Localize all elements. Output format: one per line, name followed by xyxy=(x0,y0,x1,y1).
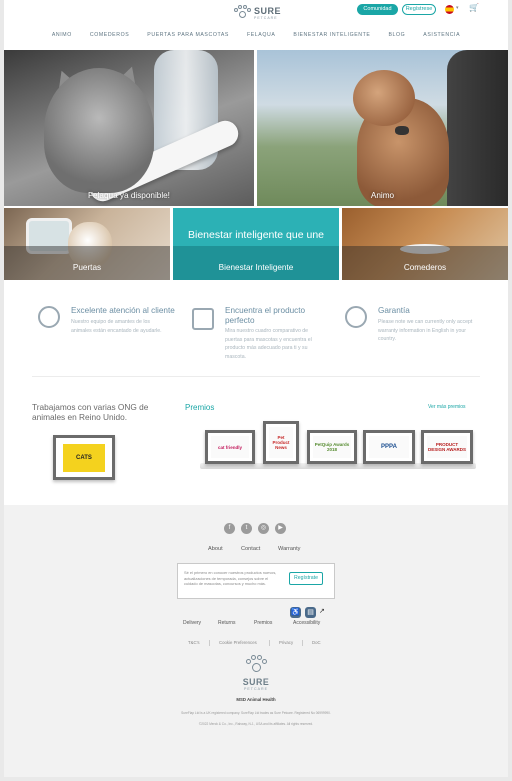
tile-puertas[interactable]: Puertas xyxy=(4,208,170,280)
youtube-icon[interactable]: ▶ xyxy=(275,523,286,534)
headset-icon xyxy=(38,306,60,328)
footer-link-warranty[interactable]: Warranty xyxy=(278,546,300,552)
paw-icon xyxy=(233,5,251,21)
newsletter-box: Sé el primero en conocer nuestros produc… xyxy=(177,563,335,599)
feature-text: Please note we can currently only accept… xyxy=(378,319,473,343)
person-image xyxy=(447,50,508,206)
award-label: PRODUCT DESIGN AWARDS xyxy=(427,436,467,458)
tile-caption: Comederos xyxy=(403,263,447,272)
nav-item-animo[interactable]: ANIMO xyxy=(52,32,72,38)
logo-sub: PETCARE xyxy=(254,15,278,20)
award-frame: cat friendly xyxy=(205,430,255,464)
separator xyxy=(302,640,303,646)
cats-protection-frame[interactable]: CATS xyxy=(53,435,115,480)
facebook-icon[interactable]: f xyxy=(224,523,235,534)
spain-flag-icon[interactable] xyxy=(445,5,454,14)
header: SURE PETCARE Comunidad Regístrese ▾ 🛒 AN… xyxy=(4,0,508,48)
divider xyxy=(32,376,480,377)
ong-title: Trabajamos con varias ONG de animales en… xyxy=(32,402,149,422)
award-label: PPPA xyxy=(369,436,409,458)
tile-comederos[interactable]: Comederos xyxy=(342,208,508,280)
footer-link-delivery[interactable]: Delivery xyxy=(183,620,201,626)
footer-link-about[interactable]: About xyxy=(208,546,223,552)
footer-link-returns[interactable]: Returns xyxy=(218,620,236,626)
footer-link-accessibility[interactable]: Accessibility xyxy=(293,620,320,626)
separator xyxy=(269,640,270,646)
chevron-down-icon[interactable]: ▾ xyxy=(456,5,459,11)
award-frame: PPPA xyxy=(363,430,415,464)
footer-link-doc[interactable]: DoC xyxy=(312,640,321,645)
registrate-button[interactable]: Regístrate xyxy=(289,572,323,585)
tile-caption: Bienestar Inteligente xyxy=(218,263,294,272)
products-icon xyxy=(192,308,214,330)
msd-animal-health: MSD Animal Health xyxy=(236,697,276,702)
nav-item-puertas[interactable]: PUERTAS PARA MASCOTAS xyxy=(147,32,229,38)
footer-link-premios[interactable]: Premios xyxy=(254,620,272,626)
footer-logo[interactable]: SURE PETCARE xyxy=(239,655,273,691)
feature-title[interactable]: Excelente atención al cliente xyxy=(71,306,183,316)
footer-link-tcs[interactable]: T&C's xyxy=(188,640,200,645)
feature-title[interactable]: Encuentra el producto perfecto xyxy=(225,306,325,325)
twitter-icon[interactable]: t xyxy=(241,523,252,534)
legal-text: SureFlap Ltd is a UK registered company.… xyxy=(181,711,331,715)
separator xyxy=(209,640,210,646)
copyright-text: ©2022 Merck & Co., Inc., Rahway, N.J., U… xyxy=(198,722,314,726)
feature-title[interactable]: Garantía xyxy=(378,306,478,316)
premios-title: Premios xyxy=(185,403,215,412)
nav-item-comederos[interactable]: COMEDEROS xyxy=(90,32,129,38)
page: SURE PETCARE Comunidad Regístrese ▾ 🛒 AN… xyxy=(4,0,508,777)
logo-word: SURE xyxy=(254,5,282,16)
instagram-icon[interactable]: ◎ xyxy=(258,523,269,534)
hero-caption: Animo xyxy=(370,191,395,200)
hero-animo[interactable]: Animo xyxy=(257,50,508,206)
paw-icon xyxy=(245,655,267,675)
hero-caption: Felaqua ya disponible! xyxy=(88,191,170,200)
cats-protection-logo: CATS xyxy=(63,444,105,472)
footer-link-contact[interactable]: Contact xyxy=(241,546,260,552)
nav-item-blog[interactable]: BLOG xyxy=(388,32,405,38)
newsletter-text: Sé el primero en conocer nuestros produc… xyxy=(184,570,277,587)
feature-text: Mira nuestro cuadro comparativo de puert… xyxy=(225,328,312,361)
logo-word: SURE xyxy=(242,677,270,687)
nav-item-felaqua[interactable]: FELAQUA xyxy=(247,32,275,38)
tile-bienestar[interactable]: Bienestar inteligente que une Bienestar … xyxy=(173,208,339,280)
logo-sub: PETCARE xyxy=(244,687,268,691)
footer-link-cookies[interactable]: Cookie Preferences xyxy=(219,640,257,645)
nav-item-bienestar[interactable]: BIENESTAR INTELIGENTE xyxy=(293,32,370,38)
ver-mas-premios-link[interactable]: Ver más premios xyxy=(428,404,466,410)
award-frame: Pet Product News xyxy=(263,421,299,464)
award-label: Pet Product News xyxy=(269,427,293,458)
award-frame: PRODUCT DESIGN AWARDS xyxy=(421,430,473,464)
main-nav: ANIMO COMEDEROS PUERTAS PARA MASCOTAS FE… xyxy=(4,32,508,38)
animo-collar-device xyxy=(395,126,409,135)
warranty-seal-icon xyxy=(345,306,367,328)
comunidad-button[interactable]: Comunidad xyxy=(357,4,398,15)
footer-link-privacy[interactable]: Privacy xyxy=(279,640,293,645)
cat-image xyxy=(44,68,154,193)
screen-reader-icon[interactable]: ▤ xyxy=(305,607,316,618)
hero-felaqua[interactable]: Felaqua ya disponible! xyxy=(4,50,254,206)
nav-item-asistencia[interactable]: ASISTENCIA xyxy=(423,32,460,38)
award-label: PetQuip Awards 2018 xyxy=(313,436,351,458)
sure-petcare-logo[interactable]: SURE PETCARE xyxy=(233,5,281,21)
feature-text: Nuestro equipo de amantes de los animale… xyxy=(71,319,162,334)
registrese-button[interactable]: Regístrese xyxy=(402,4,436,15)
cart-icon[interactable]: 🛒 xyxy=(469,3,479,12)
tile-heading: Bienestar inteligente que une xyxy=(187,229,325,241)
dog-head xyxy=(353,70,415,126)
award-label: cat friendly xyxy=(211,436,249,458)
tile-caption: Puertas xyxy=(72,263,102,272)
wheelchair-icon[interactable]: ♿ xyxy=(290,607,301,618)
external-link-icon[interactable]: ↗ xyxy=(319,607,325,615)
award-frame: PetQuip Awards 2018 xyxy=(307,430,357,464)
